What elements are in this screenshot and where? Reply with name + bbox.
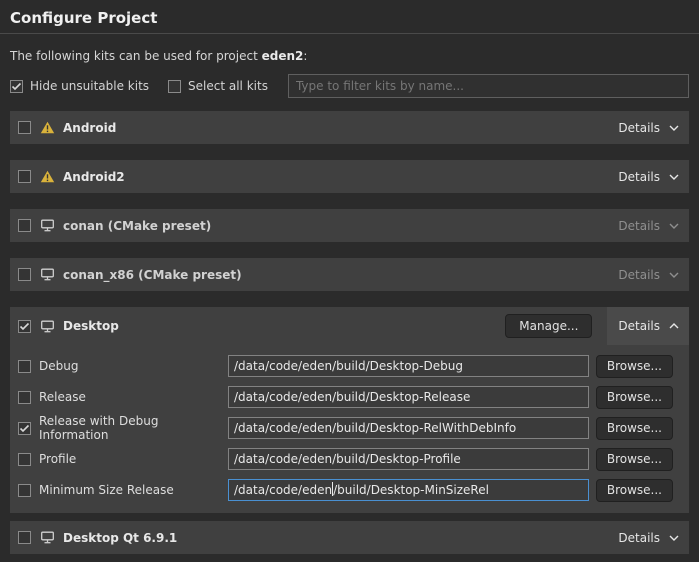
- build-directory-input[interactable]: /data/code/eden/build/Desktop-Debug: [228, 355, 589, 377]
- kit-details-button: Details: [607, 258, 689, 291]
- build-directory-input[interactable]: /data/code/eden/build/Desktop-Release: [228, 386, 589, 408]
- chevron-down-icon: [668, 271, 680, 279]
- build-directory-input[interactable]: /data/code/eden/build/Desktop-MinSizeRel: [228, 479, 589, 501]
- details-label: Details: [618, 531, 660, 545]
- chevron-down-icon: [668, 534, 680, 542]
- build-config-label: Debug: [39, 359, 228, 373]
- kit-name: Android2: [63, 170, 125, 184]
- monitor-icon: [40, 219, 55, 232]
- select-all-kits-label: Select all kits: [188, 79, 268, 93]
- build-config-checkbox[interactable]: [18, 391, 31, 404]
- kit-checkbox[interactable]: [18, 531, 31, 544]
- select-all-kits-option[interactable]: Select all kits: [168, 79, 268, 93]
- details-label: Details: [618, 268, 660, 282]
- build-config-label: Release with Debug Information: [39, 414, 228, 442]
- kit-row: Desktop Manage... Details Debug/data/code/e…: [10, 307, 689, 513]
- kit-checkbox[interactable]: [18, 121, 31, 134]
- intro-text: The following kits can be used for proje…: [10, 49, 689, 63]
- chevron-up-icon: [668, 322, 680, 330]
- kit-name: Android: [63, 121, 116, 135]
- build-config-row: Profile/data/code/eden/build/Desktop-Pro…: [10, 448, 689, 470]
- build-config-row: Release with Debug Information/data/code…: [10, 417, 689, 439]
- details-label: Details: [618, 219, 660, 233]
- kit-header: conan_x86 (CMake preset) Details: [10, 258, 689, 291]
- kit-name: conan (CMake preset): [63, 219, 211, 233]
- warning-icon: [40, 121, 55, 134]
- kit-header: Desktop Qt 6.9.1 Details: [10, 521, 689, 554]
- kit-row: conan_x86 (CMake preset) Details: [10, 258, 689, 291]
- build-config-label: Profile: [39, 452, 228, 466]
- kit-filter-input[interactable]: [288, 74, 689, 98]
- browse-button[interactable]: Browse...: [596, 417, 673, 440]
- kit-checkbox[interactable]: [18, 268, 31, 281]
- kit-header: Android Details: [10, 111, 689, 144]
- path-text-after-caret: /build/Desktop-MinSizeRel: [333, 483, 489, 497]
- chevron-down-icon: [668, 173, 680, 181]
- build-config-row: Debug/data/code/eden/build/Desktop-Debug…: [10, 355, 689, 377]
- build-config-checkbox[interactable]: [18, 422, 31, 435]
- select-all-kits-checkbox[interactable]: [168, 80, 181, 93]
- kit-row: Android2 Details: [10, 160, 689, 193]
- kit-name: Desktop Qt 6.9.1: [63, 531, 177, 545]
- browse-button[interactable]: Browse...: [596, 355, 673, 378]
- project-name: eden2: [262, 49, 304, 63]
- build-directory-input[interactable]: /data/code/eden/build/Desktop-RelWithDeb…: [228, 417, 589, 439]
- hide-unsuitable-kits-label: Hide unsuitable kits: [30, 79, 149, 93]
- build-config-checkbox[interactable]: [18, 484, 31, 497]
- kit-details-button[interactable]: Details: [607, 521, 689, 554]
- kit-details-button[interactable]: Details: [607, 160, 689, 193]
- kit-details-button: Details: [607, 209, 689, 242]
- kit-checkbox[interactable]: [18, 219, 31, 232]
- details-label: Details: [618, 319, 660, 333]
- kit-filter-toolbar: Hide unsuitable kits Select all kits: [10, 74, 689, 98]
- kit-details-button[interactable]: Details: [607, 307, 689, 345]
- kit-details-button[interactable]: Details: [607, 111, 689, 144]
- browse-button[interactable]: Browse...: [596, 448, 673, 471]
- build-config-list: Debug/data/code/eden/build/Desktop-Debug…: [10, 355, 689, 501]
- monitor-icon: [40, 268, 55, 281]
- chevron-down-icon: [668, 222, 680, 230]
- kit-checkbox[interactable]: [18, 170, 31, 183]
- manage-kits-button[interactable]: Manage...: [505, 314, 592, 338]
- kit-name: conan_x86 (CMake preset): [63, 268, 242, 282]
- chevron-down-icon: [668, 124, 680, 132]
- details-label: Details: [618, 121, 660, 135]
- kit-row: conan (CMake preset) Details: [10, 209, 689, 242]
- page-header: Configure Project: [0, 0, 699, 34]
- kit-name: Desktop: [63, 319, 119, 333]
- kit-header: conan (CMake preset) Details: [10, 209, 689, 242]
- kit-list: AndroidDetailsAndroid2Detailsconan (CMak…: [10, 111, 689, 554]
- kit-header: Desktop Manage... Details: [10, 307, 689, 345]
- browse-button[interactable]: Browse...: [596, 386, 673, 409]
- monitor-icon: [40, 531, 55, 544]
- build-config-label: Release: [39, 390, 228, 404]
- build-config-checkbox[interactable]: [18, 453, 31, 466]
- browse-button[interactable]: Browse...: [596, 479, 673, 502]
- build-config-label: Minimum Size Release: [39, 483, 228, 497]
- warning-icon: [40, 170, 55, 183]
- path-text-before-caret: /data/code/eden: [234, 483, 332, 497]
- build-config-row: Release/data/code/eden/build/Desktop-Rel…: [10, 386, 689, 408]
- details-label: Details: [618, 170, 660, 184]
- kit-checkbox[interactable]: [18, 320, 31, 333]
- build-config-checkbox[interactable]: [18, 360, 31, 373]
- page-title: Configure Project: [10, 9, 689, 27]
- monitor-icon: [40, 320, 55, 333]
- hide-unsuitable-kits-option[interactable]: Hide unsuitable kits: [10, 79, 149, 93]
- checkmark-icon: [11, 82, 22, 91]
- build-config-row: Minimum Size Release/data/code/eden/buil…: [10, 479, 689, 501]
- kit-row: Desktop Qt 6.9.1 Details: [10, 521, 689, 554]
- hide-unsuitable-kits-checkbox[interactable]: [10, 80, 23, 93]
- kit-header: Android2 Details: [10, 160, 689, 193]
- build-directory-input[interactable]: /data/code/eden/build/Desktop-Profile: [228, 448, 589, 470]
- kit-row: Android Details: [10, 111, 689, 144]
